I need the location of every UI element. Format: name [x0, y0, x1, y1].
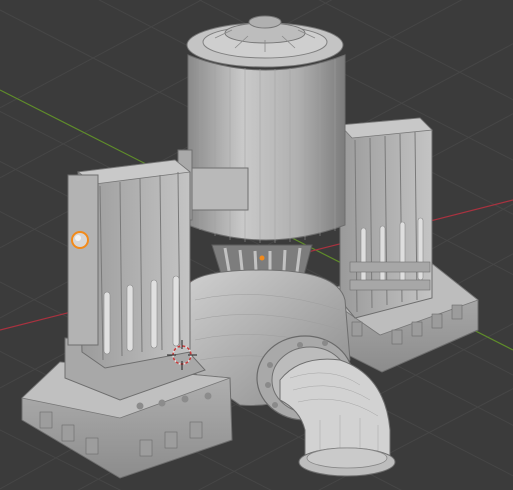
industrial-tank-model[interactable] — [21, 15, 479, 479]
3d-viewport[interactable] — [0, 0, 513, 490]
viewport-canvas[interactable] — [0, 0, 513, 490]
tank — [177, 15, 346, 243]
right-tower — [339, 117, 433, 319]
object-origin-icon[interactable] — [259, 255, 265, 261]
selected-light[interactable] — [71, 231, 89, 249]
